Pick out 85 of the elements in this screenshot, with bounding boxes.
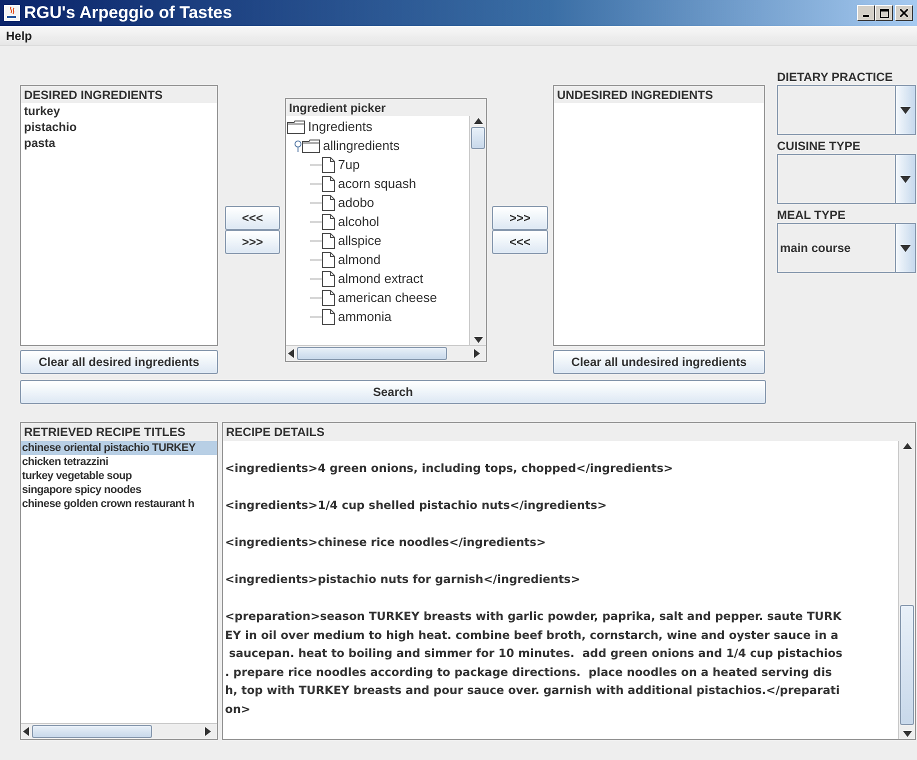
- maximize-icon: [880, 8, 888, 18]
- tree-line: [310, 296, 322, 298]
- tree-item[interactable]: allspice: [338, 233, 382, 248]
- tree-item[interactable]: acorn squash: [338, 176, 416, 191]
- document-icon: [322, 308, 335, 324]
- list-header: UNDESIRED INGREDIENTS: [554, 86, 764, 103]
- horizontal-scrollbar[interactable]: [286, 345, 486, 361]
- clear-button[interactable]: Clear all desired ingredients: [20, 350, 218, 374]
- tree-item[interactable]: almond extract: [338, 271, 424, 286]
- move-button[interactable]: >>>: [492, 206, 548, 230]
- document-icon: [322, 270, 335, 286]
- scroll-up-icon[interactable]: [474, 118, 482, 124]
- recipe-title[interactable]: singapore spicy noodes: [21, 483, 217, 497]
- scroll-down-icon[interactable]: [902, 731, 912, 737]
- list-item[interactable]: pasta: [21, 135, 217, 151]
- filter-label: DIETARY PRACTICE: [777, 70, 894, 85]
- recipe-text: <ingredients>4 green onions, including tops, chopped</ingredients>: [225, 460, 674, 477]
- tree-line: [310, 164, 322, 166]
- tree-item[interactable]: allingredients: [323, 138, 400, 153]
- document-icon: [322, 214, 335, 230]
- tree-item[interactable]: 7up: [338, 157, 360, 172]
- dropdown[interactable]: main course: [777, 223, 916, 273]
- tree-line: [310, 202, 322, 204]
- clear-button[interactable]: Clear all undesired ingredients: [553, 350, 765, 374]
- dropdown-arrow-icon[interactable]: [900, 106, 911, 114]
- recipe-text: <ingredients>chinese rice noodles</ingredients>: [225, 534, 547, 551]
- document-icon: [322, 232, 335, 248]
- menu-item[interactable]: Help: [4, 28, 34, 42]
- tree-item[interactable]: almond: [338, 252, 381, 267]
- scroll-thumb[interactable]: [900, 605, 914, 725]
- document-icon: [322, 252, 335, 268]
- list-header: DESIRED INGREDIENTS: [21, 86, 217, 103]
- dropdown-arrow-icon[interactable]: [900, 244, 911, 252]
- recipe-text: <ingredients>pistachio nuts for garnish</ingredients>: [225, 571, 582, 588]
- scroll-thumb[interactable]: [471, 127, 485, 149]
- scroll-thumb[interactable]: [32, 725, 152, 738]
- tree-line: [310, 240, 322, 242]
- recipe-text: <preparation>season TURKEY breasts with garlic powder, paprika, salt and pepper. saute TURK EY in oil over medium to high heat. combine beef broth, cornstarch, wine and oyster sauce in a saucepan. heat to boiling and simmer for 10 minutes. add green onions and 1/4 cup pistachios . prepare rice noodles according to package directions. place noodles on a heated serving dis h, top with TURKEY breasts and pour sauce over. garnish with additional pistachios.</preparati on>: [225, 608, 844, 718]
- recipe-title[interactable]: chicken tetrazzini: [21, 455, 217, 469]
- close-icon: [900, 9, 908, 17]
- filter-label: CUISINE TYPE: [777, 139, 862, 154]
- tree-line: [310, 278, 322, 280]
- close-button[interactable]: [895, 5, 913, 21]
- list-item[interactable]: turkey: [21, 103, 217, 119]
- tree-item[interactable]: Ingredients: [308, 119, 372, 134]
- list-header: RETRIEVED RECIPE TITLES: [21, 423, 217, 441]
- recipe-title[interactable]: chinese oriental pistachio TURKEY: [21, 441, 217, 455]
- list-item[interactable]: pistachio: [21, 119, 217, 135]
- folder-icon: [302, 138, 320, 152]
- document-icon: [322, 290, 335, 306]
- minimize-button[interactable]: [857, 5, 875, 21]
- search-button[interactable]: Search: [20, 380, 766, 404]
- horizontal-scrollbar[interactable]: [21, 723, 217, 739]
- expanded-handle-icon[interactable]: [294, 140, 302, 152]
- tree-line: [310, 258, 322, 260]
- move-button[interactable]: <<<: [492, 230, 548, 254]
- recipe-title[interactable]: chinese golden crown restaurant h: [21, 497, 217, 511]
- tree-item[interactable]: alcohol: [338, 214, 380, 229]
- scroll-left-icon[interactable]: [288, 349, 294, 358]
- vertical-scrollbar[interactable]: [469, 116, 486, 345]
- window-title: RGU's Arpeggio of Tastes: [24, 3, 234, 23]
- scroll-right-icon[interactable]: [205, 727, 211, 736]
- move-button[interactable]: >>>: [225, 230, 280, 254]
- app-icon: [4, 5, 20, 21]
- tree-line: [310, 182, 322, 184]
- document-icon: [322, 156, 335, 172]
- tree-line: [310, 316, 322, 318]
- vertical-scrollbar[interactable]: [898, 441, 915, 739]
- scroll-thumb[interactable]: [297, 347, 447, 360]
- scroll-down-icon[interactable]: [474, 337, 482, 343]
- tree-item[interactable]: american cheese: [338, 290, 437, 305]
- scroll-up-icon[interactable]: [902, 443, 912, 449]
- recipe-title[interactable]: turkey vegetable soup: [21, 469, 217, 483]
- document-icon: [322, 194, 335, 210]
- move-button[interactable]: <<<: [225, 206, 280, 230]
- filter-label: MEAL TYPE: [777, 208, 846, 223]
- document-icon: [322, 176, 335, 192]
- tree-item[interactable]: ammonia: [338, 309, 392, 324]
- dropdown-arrow-icon[interactable]: [900, 176, 911, 182]
- tree-item[interactable]: adobo: [338, 195, 374, 210]
- maximize-button[interactable]: [875, 5, 893, 21]
- tree-line: [310, 220, 322, 222]
- scroll-left-icon[interactable]: [23, 727, 29, 736]
- scroll-right-icon[interactable]: [474, 349, 480, 358]
- recipe-text: <ingredients>1/4 cup shelled pistachio nuts</ingredients>: [225, 497, 608, 514]
